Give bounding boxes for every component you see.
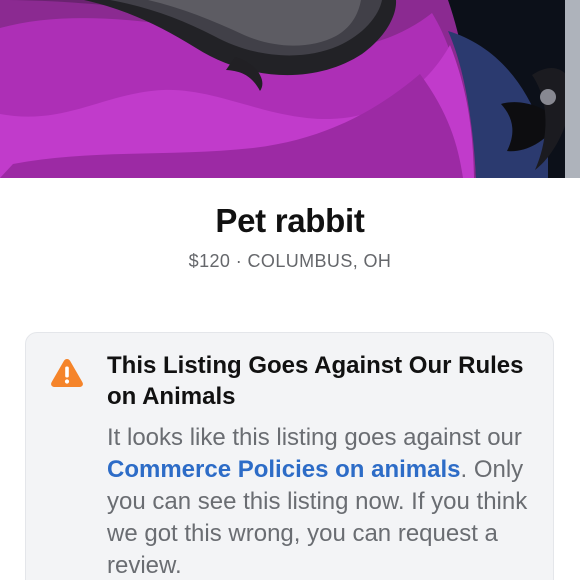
policy-warning-title: This Listing Goes Against Our Rules on A… bbox=[107, 352, 524, 410]
policy-message-intro: It looks like this listing goes against … bbox=[107, 424, 522, 451]
meta-separator: · bbox=[230, 251, 248, 271]
listing-photo[interactable] bbox=[0, 0, 580, 178]
rabbit-photo-image bbox=[0, 0, 580, 178]
policy-warning-message: It looks like this listing goes against … bbox=[107, 422, 532, 580]
commerce-policies-link[interactable]: Commerce Policies on animals bbox=[107, 456, 460, 483]
warning-triangle-icon bbox=[51, 359, 83, 387]
listing-price: $120 bbox=[188, 251, 231, 271]
listing-meta: $120 · COLUMBUS, OH bbox=[0, 251, 580, 272]
listing-title: Pet rabbit bbox=[215, 202, 365, 239]
listing-location: COLUMBUS, OH bbox=[247, 251, 392, 271]
listing-screen: Pet rabbit $120 · COLUMBUS, OH This List… bbox=[0, 0, 580, 580]
policy-warning-card: This Listing Goes Against Our Rules on A… bbox=[25, 332, 554, 580]
